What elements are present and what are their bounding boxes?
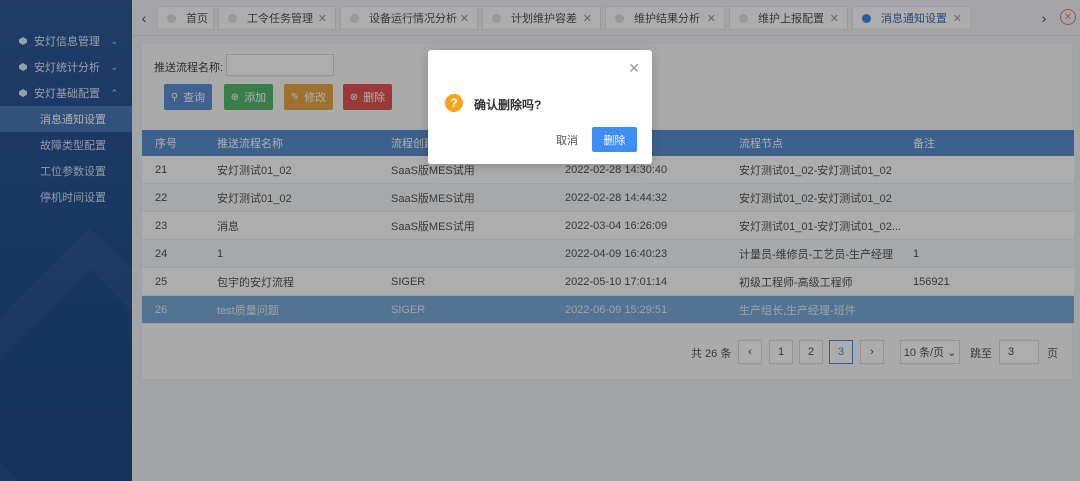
question-icon: ? <box>445 94 463 112</box>
confirm-delete-button[interactable]: 删除 <box>592 127 637 152</box>
confirm-dialog: ✕ ? 确认删除吗? 取消 删除 <box>428 50 652 164</box>
close-icon[interactable]: ✕ <box>628 60 640 77</box>
cancel-button[interactable]: 取消 <box>546 128 588 152</box>
dialog-message: 确认删除吗? <box>474 98 542 112</box>
